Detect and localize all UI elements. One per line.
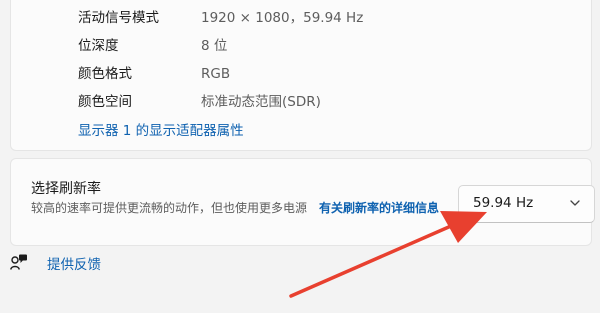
display-info-card: 活动信号模式 1920 × 1080，59.94 Hz 位深度 8 位 颜色格式… (10, 0, 592, 151)
info-label: 位深度 (78, 38, 119, 54)
info-value: 8 位 (201, 38, 228, 54)
info-label: 活动信号模式 (78, 10, 159, 26)
info-value: RGB (201, 66, 231, 82)
refresh-rate-info-link[interactable]: 有关刷新率的详细信息 (319, 201, 439, 215)
refresh-rate-dropdown[interactable]: 59.94 Hz (458, 185, 595, 223)
chevron-down-icon (570, 200, 580, 206)
refresh-rate-selected-value: 59.94 Hz (473, 195, 534, 211)
info-label: 颜色空间 (78, 94, 132, 110)
feedback-icon (10, 254, 27, 270)
info-value: 1920 × 1080，59.94 Hz (201, 10, 364, 26)
refresh-rate-description: 较高的速率可提供更流畅的动作，但也使用更多电源 有关刷新率的详细信息 (31, 199, 451, 217)
refresh-rate-card: 选择刷新率 较高的速率可提供更流畅的动作，但也使用更多电源 有关刷新率的详细信息… (10, 158, 595, 246)
feedback-label: 提供反馈 (47, 257, 101, 273)
refresh-rate-title: 选择刷新率 (31, 181, 101, 197)
refresh-rate-description-text: 较高的速率可提供更流畅的动作，但也使用更多电源 (31, 201, 308, 215)
adapter-properties-link[interactable]: 显示器 1 的显示适配器属性 (78, 122, 244, 140)
info-value: 标准动态范围(SDR) (201, 94, 321, 110)
info-label: 颜色格式 (78, 66, 132, 82)
